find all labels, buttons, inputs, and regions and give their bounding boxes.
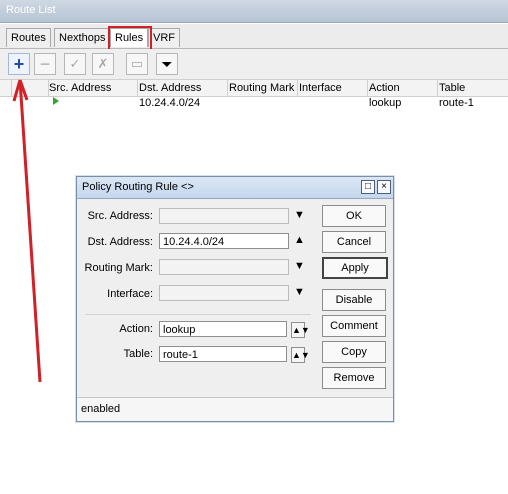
annotation-arrow <box>12 79 42 383</box>
